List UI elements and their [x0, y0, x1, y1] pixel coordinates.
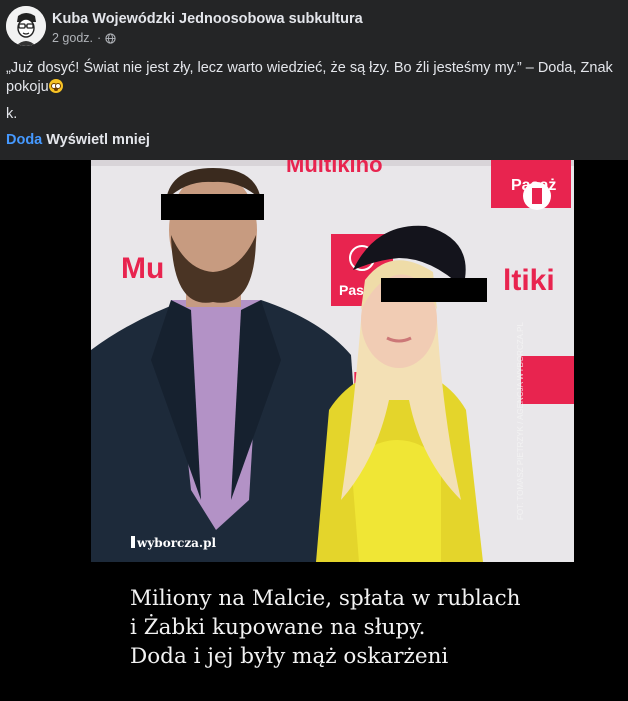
page-avatar[interactable]: [6, 6, 46, 46]
globe-icon[interactable]: [105, 32, 116, 44]
flushed-face-emoji: [48, 79, 63, 93]
see-less-button[interactable]: Wyświetl mniej: [46, 132, 150, 148]
post-image[interactable]: Multikino Pasaż Mu Pasaż ltiki Mu wyborc…: [0, 160, 628, 701]
watermark: wyborcza.pl: [136, 536, 216, 550]
avatar-caricature-icon: [6, 6, 46, 46]
page-name-link[interactable]: Kuba Wojewódzki Jednoosobowa subkultura: [52, 11, 363, 27]
headline-line: Miliony na Malcie, spłata w rublach: [130, 586, 521, 611]
svg-text:Multikino: Multikino: [286, 160, 383, 177]
meta-separator: ·: [97, 31, 102, 45]
tag-doda-link[interactable]: Doda: [6, 132, 42, 148]
svg-text:ltiki: ltiki: [503, 264, 555, 297]
post-timestamp[interactable]: 2 godz.: [52, 31, 93, 45]
svg-text:Mu: Mu: [121, 252, 164, 285]
post-header: Kuba Wojewódzki Jednoosobowa subkultura …: [6, 6, 622, 50]
headline-line: Doda i jej były mąż oskarżeni: [130, 644, 449, 669]
news-photo: Multikino Pasaż Mu Pasaż ltiki Mu wyborc…: [91, 160, 574, 562]
photo-credit: FOT. TOMASZ PIETRZYK / AGENCJA WYBORCZA.…: [516, 321, 525, 520]
headline: Miliony na Malcie, spłata w rublach i Ża…: [130, 584, 600, 671]
post-text: „Już dosyć! Świat nie jest zły, lecz war…: [6, 60, 613, 95]
post-meta: 2 godz. ·: [52, 31, 116, 45]
post-tags: Doda Wyświetl mniej: [6, 132, 150, 148]
post-text-line2: k.: [6, 106, 18, 122]
post-body: „Już dosyć! Świat nie jest zły, lecz war…: [6, 59, 616, 97]
headline-line: i Żabki kupowane na słupy.: [130, 615, 426, 640]
